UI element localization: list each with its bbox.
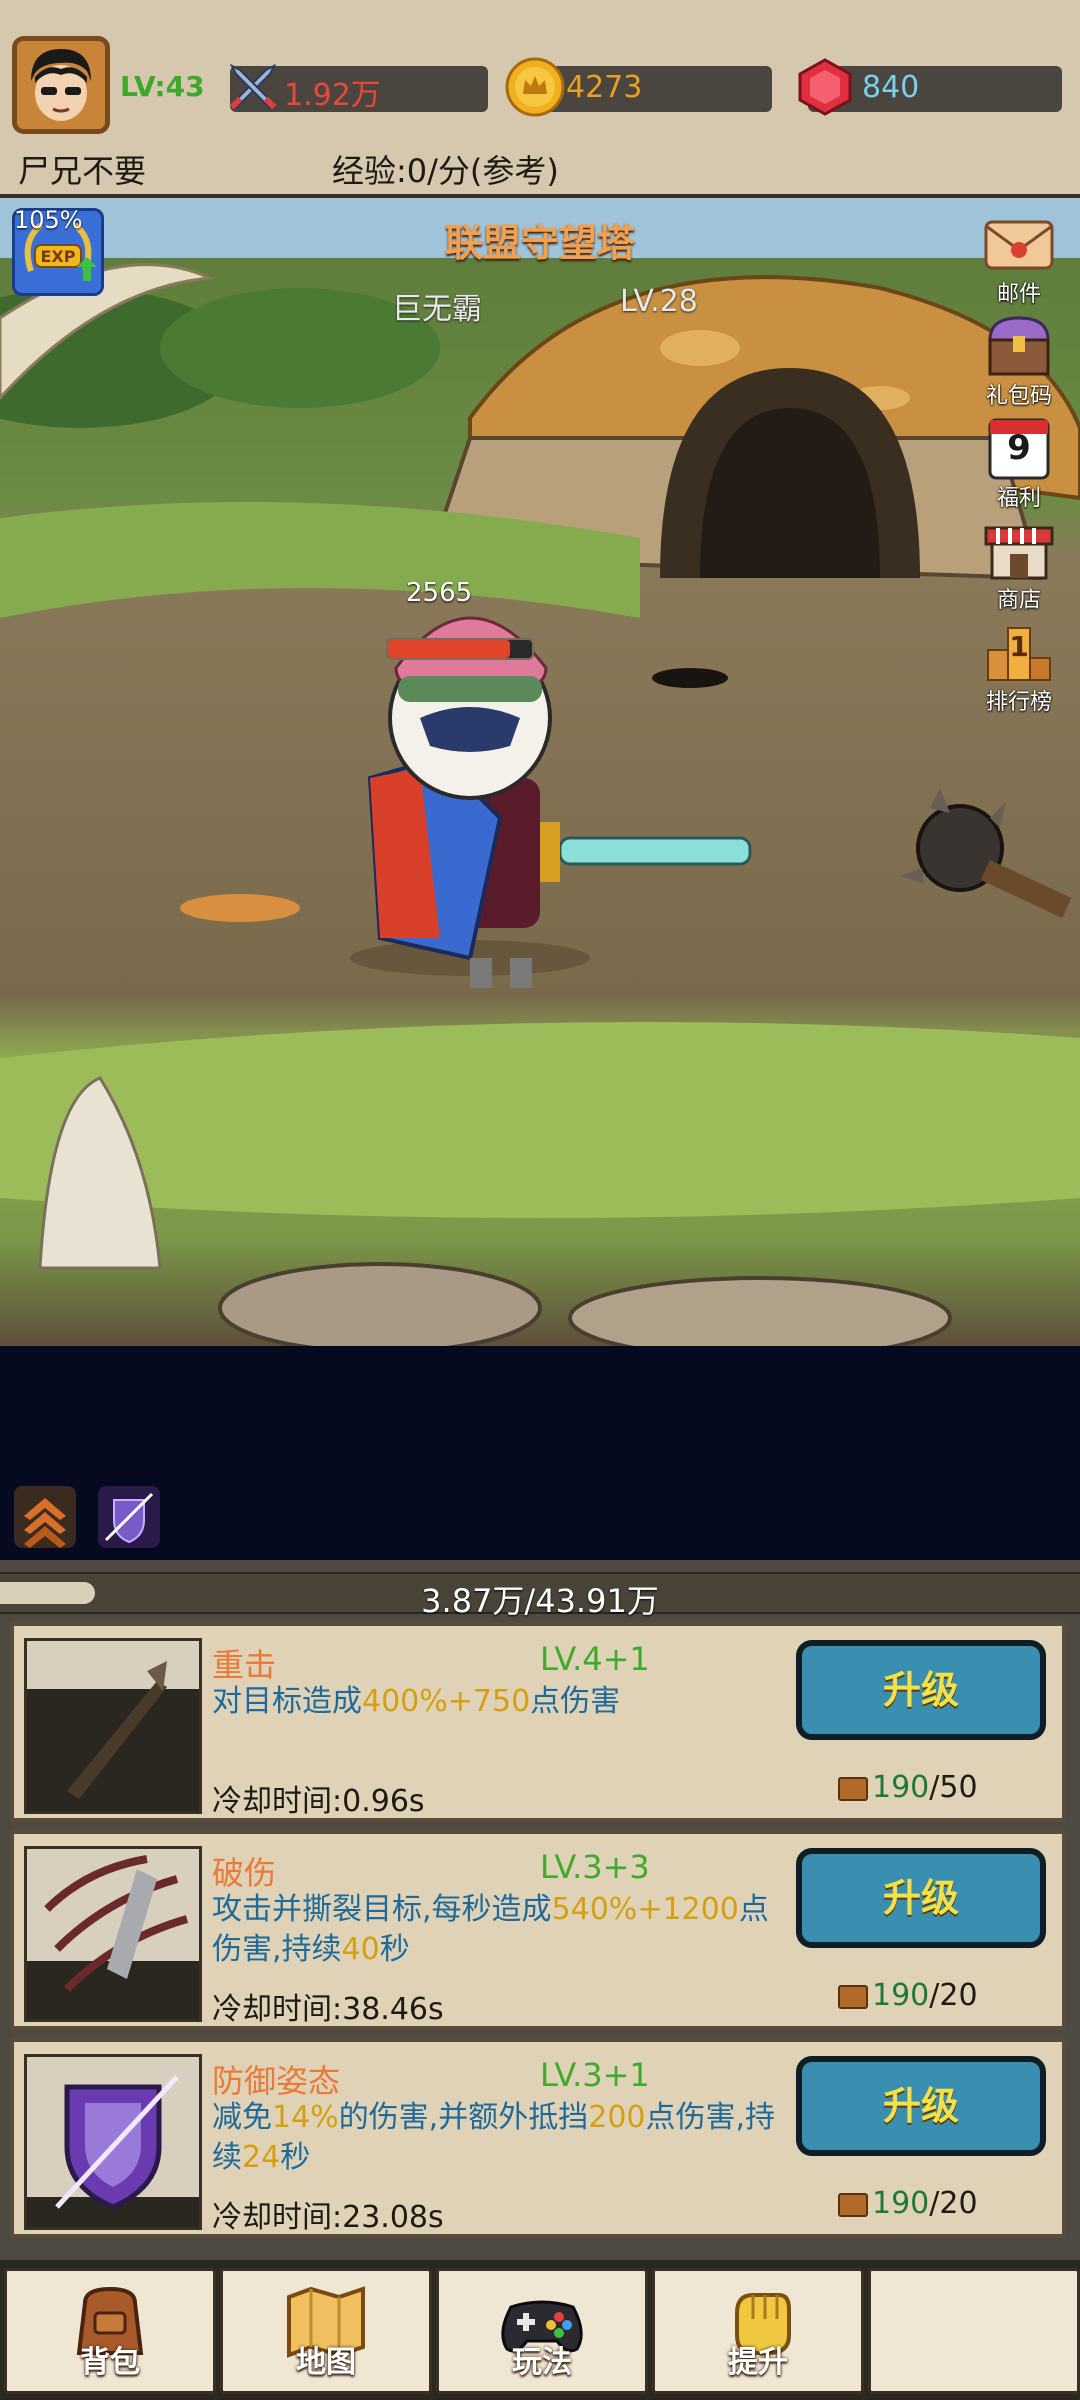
welfare-button[interactable]: 9 福利 xyxy=(974,412,1064,512)
nav-empty-slot xyxy=(868,2268,1080,2394)
welfare-label: 福利 xyxy=(996,486,1041,511)
enemy-hp-bar xyxy=(386,638,534,660)
shop-icon xyxy=(984,526,1054,580)
crossed-swords-icon xyxy=(229,63,277,110)
cost-required: /50 xyxy=(929,1770,978,1805)
shield-lightning-icon xyxy=(27,2057,199,2227)
ranking-button[interactable]: 1 排行榜 xyxy=(974,616,1064,716)
skill-card-defensive-stance: 防御姿态 LV.3+1 减免14%的伤害,并额外抵挡200点伤害,持续24秒 冷… xyxy=(10,2038,1066,2238)
gift-code-button[interactable]: 礼包码 xyxy=(974,310,1064,410)
cost-required: /20 xyxy=(929,2186,978,2221)
sword-slash-icon xyxy=(27,1641,199,1811)
upgrade-cost: 190/50 xyxy=(838,1770,978,1805)
upgrade-button[interactable]: 升级 xyxy=(796,1848,1046,1948)
battle-scene: EXP 105% 联盟守望塔 巨无霸 LV.28 邮件 礼包码 9 福利 商店 … xyxy=(0,198,1080,1346)
skill-card-heavy-strike: 重击 LV.4+1 对目标造成400%+750点伤害 冷却时间:0.96s 升级… xyxy=(10,1622,1066,1822)
mail-button[interactable]: 邮件 xyxy=(974,208,1064,308)
skill-name: 破伤 xyxy=(212,1854,277,1892)
avatar-face-icon xyxy=(17,41,105,129)
skill-book-icon xyxy=(838,1776,868,1801)
skill-cooldown: 冷却时间:0.96s xyxy=(212,1784,425,1819)
bottom-nav: 背包 地图 玩法 提升 xyxy=(0,2260,1080,2400)
upgrade-progress-text: 3.87万/43.91万 xyxy=(421,1582,659,1620)
skill-description: 减免14%的伤害,并额外抵挡200点伤害,持续24秒 xyxy=(212,2100,776,2175)
gift-code-label: 礼包码 xyxy=(985,384,1052,409)
enemy-hp-value: 2565 xyxy=(406,578,473,608)
buff-area xyxy=(0,1346,1080,1560)
enemy-hp-fill xyxy=(388,640,511,658)
skill-book-icon xyxy=(838,1984,868,2009)
rank-up-buff-icon[interactable] xyxy=(14,1486,76,1548)
claw-tear-icon xyxy=(27,1849,199,2019)
gold-value: 4273 xyxy=(566,70,643,105)
skill-book-icon xyxy=(838,2192,868,2217)
upgrade-button-label: 升级 xyxy=(882,2084,959,2128)
game-screen: LV:43 1.92万 4273 840 尸兄不要 经验:0/分(参考) EXP… xyxy=(0,0,1080,2400)
skill-card-rend: 破伤 LV.3+3 攻击并撕裂目标,每秒造成540%+1200点伤害,持续40秒… xyxy=(10,1830,1066,2030)
mail-icon xyxy=(984,220,1054,270)
boss-name: 巨无霸 xyxy=(392,292,482,327)
mail-label: 邮件 xyxy=(996,282,1041,307)
upgrade-cost: 190/20 xyxy=(838,1978,978,2013)
nav-gameplay-label: 玩法 xyxy=(512,2345,572,2380)
player-name: 尸兄不要 xyxy=(18,152,147,190)
nav-upgrade[interactable]: 提升 xyxy=(652,2268,864,2394)
player-level: LV:43 xyxy=(120,70,205,103)
cost-owned: 190 xyxy=(872,1978,930,2013)
nav-backpack[interactable]: 背包 xyxy=(4,2268,216,2394)
skill-heavy-strike-thumbnail xyxy=(24,1638,202,1814)
skill-cooldown: 冷却时间:23.08s xyxy=(212,2200,444,2235)
exp-rate: 经验:0/分(参考) xyxy=(332,152,559,190)
upgrade-button-label: 升级 xyxy=(882,1668,959,1712)
boss-level: LV.28 xyxy=(620,284,698,319)
power-value: 1.92万 xyxy=(284,78,381,113)
ranking-label: 排行榜 xyxy=(985,690,1052,715)
skill-defensive-stance-thumbnail xyxy=(24,2054,202,2230)
skill-name: 防御姿态 xyxy=(212,2062,341,2100)
ruby-gem-icon xyxy=(798,58,852,116)
upgrade-button-label: 升级 xyxy=(882,1876,959,1920)
upgrade-progress: 3.87万/43.91万 xyxy=(0,1572,1080,1620)
skill-description: 对目标造成400%+750点伤害 xyxy=(212,1684,621,1719)
skill-level: LV.3+3 xyxy=(540,1848,650,1886)
treasure-chest-icon xyxy=(988,316,1050,376)
lightning-shield-buff-icon[interactable] xyxy=(98,1486,160,1548)
cost-required: /20 xyxy=(929,1978,978,2013)
welfare-badge: 9 xyxy=(1007,428,1031,468)
shop-label: 商店 xyxy=(996,588,1041,613)
skill-rend-thumbnail xyxy=(24,1846,202,2022)
battle-background xyxy=(0,263,1080,1346)
nav-upgrade-label: 提升 xyxy=(728,2345,788,2380)
stage-title: 联盟守望塔 xyxy=(444,221,635,265)
skill-level: LV.4+1 xyxy=(540,1640,650,1678)
nav-backpack-label: 背包 xyxy=(80,2345,140,2380)
upgrade-button[interactable]: 升级 xyxy=(796,1640,1046,1740)
skill-panel: 3.87万/43.91万 重击 LV.4+1 对目标造成400%+750点伤害 … xyxy=(0,1560,1080,2260)
shop-button[interactable]: 商店 xyxy=(974,514,1064,614)
nav-gameplay[interactable]: 玩法 xyxy=(436,2268,648,2394)
skill-name: 重击 xyxy=(212,1646,277,1684)
ranking-badge: 1 xyxy=(1009,630,1029,663)
skill-description: 攻击并撕裂目标,每秒造成540%+1200点伤害,持续40秒 xyxy=(212,1892,769,1967)
top-status-bar: LV:43 1.92万 4273 840 尸兄不要 经验:0/分(参考) xyxy=(0,0,1080,198)
nav-map[interactable]: 地图 xyxy=(220,2268,432,2394)
gold-coin-icon xyxy=(505,57,565,117)
upgrade-cost: 190/20 xyxy=(838,2186,978,2221)
nav-map-label: 地图 xyxy=(296,2345,356,2380)
upgrade-button[interactable]: 升级 xyxy=(796,2056,1046,2156)
player-avatar[interactable] xyxy=(12,36,110,134)
cost-owned: 190 xyxy=(872,1770,930,1805)
gem-value: 840 xyxy=(862,70,920,105)
skill-level: LV.3+1 xyxy=(540,2056,650,2094)
cost-owned: 190 xyxy=(872,2186,930,2221)
skill-cooldown: 冷却时间:38.46s xyxy=(212,1992,444,2027)
